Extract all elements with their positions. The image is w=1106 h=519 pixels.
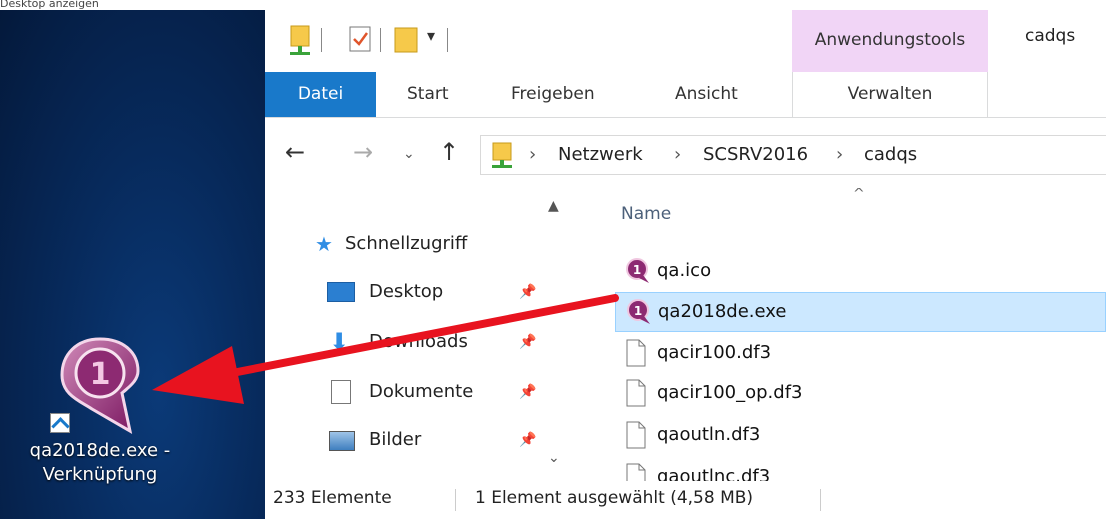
shortcut-overlay-icon (50, 413, 70, 436)
scroll-up-icon[interactable]: ▲ (548, 198, 559, 214)
file-icon (625, 339, 647, 371)
back-arrow-icon[interactable]: ← (285, 138, 305, 166)
breadcrumb-netzwerk[interactable]: Netzwerk (558, 144, 643, 165)
ribbon-tabs: Datei Start Freigeben Ansicht Verwalten (265, 72, 1106, 118)
file-row[interactable]: qacir100_op.df3 (615, 374, 1106, 414)
sort-chevron-up-icon[interactable]: ^ (853, 188, 865, 202)
pictures-icon (329, 431, 355, 451)
svg-text:1: 1 (634, 304, 642, 318)
shortcut-label-line2: Verknüpfung (42, 464, 158, 485)
qat-dropdown-icon[interactable]: ▾ (427, 26, 435, 45)
desktop-folder-icon (327, 282, 355, 302)
network-folder-icon (492, 142, 512, 168)
tab-datei[interactable]: Datei (265, 72, 376, 117)
pin-icon[interactable]: 📌 (519, 376, 536, 408)
tab-start[interactable]: Start (407, 72, 449, 117)
file-name: qa.ico (657, 260, 712, 281)
breadcrumb-scsrv2016[interactable]: SCSRV2016 (703, 144, 808, 165)
file-icon (625, 463, 647, 481)
qa-app-icon: 1 (625, 257, 651, 289)
status-item-count: 233 Elemente (273, 488, 392, 508)
properties-icon[interactable] (347, 24, 373, 54)
tab-freigeben[interactable]: Freigeben (511, 72, 595, 117)
address-row: ← → ⌄ ↑ › Netzwerk › SCSRV2016 › cadqs (265, 118, 1106, 188)
nav-item-bilder[interactable]: Bilder 📌 (327, 424, 547, 456)
nav-item-label: Schnellzugriff (345, 233, 468, 254)
column-header-name[interactable]: Name (621, 204, 671, 224)
top-strip-text: Desktop anzeigen (0, 0, 99, 10)
file-name: qaoutln.df3 (657, 424, 761, 445)
file-row[interactable]: qaoutln.df3 (615, 416, 1106, 456)
up-arrow-icon[interactable]: ↑ (439, 138, 459, 166)
tab-ansicht[interactable]: Ansicht (675, 72, 738, 117)
recent-locations-chevron-icon[interactable]: ⌄ (403, 146, 415, 162)
new-folder-icon[interactable] (393, 24, 419, 56)
scroll-down-icon[interactable]: ⌄ (548, 450, 560, 466)
documents-icon (331, 380, 351, 404)
context-tab-group-label: Anwendungstools (814, 30, 966, 50)
nav-item-dokumente[interactable]: Dokumente 📌 (327, 376, 547, 408)
forward-arrow-icon[interactable]: → (353, 138, 373, 166)
download-arrow-icon: ⬇ (329, 328, 350, 356)
star-icon: ★ (315, 232, 333, 256)
context-tab-group: Anwendungstools (792, 10, 988, 72)
nav-item-label: Downloads (369, 331, 468, 352)
nav-item-label: Desktop (369, 281, 444, 302)
file-name: qaoutlnc.df3 (657, 466, 771, 481)
tab-verwalten-box: Verwalten (792, 72, 988, 117)
explorer-window: ▾ Anwendungstools cadqs Datei Start Frei… (265, 10, 1106, 519)
folder-network-icon[interactable] (287, 24, 313, 56)
file-row[interactable]: 1 qa.ico (615, 252, 1106, 292)
tab-verwalten[interactable]: Verwalten (793, 72, 987, 117)
file-name: qacir100.df3 (657, 342, 772, 363)
breadcrumb-cadqs[interactable]: cadqs (864, 144, 917, 165)
nav-item-label: Dokumente (369, 381, 474, 402)
breadcrumb-separator-icon: › (529, 144, 537, 165)
pin-icon[interactable]: 📌 (519, 326, 536, 358)
file-row[interactable]: 1 qa2018de.exe (615, 292, 1106, 332)
status-bar: 233 Elemente 1 Element ausgewählt (4,58 … (265, 481, 1106, 519)
address-bar[interactable]: › Netzwerk › SCSRV2016 › cadqs (480, 135, 1106, 175)
status-selection: 1 Element ausgewählt (4,58 MB) (475, 488, 754, 508)
window-title: cadqs (1025, 26, 1076, 46)
desktop: 1 qa2018de.exe - Verknüpfung (0, 10, 265, 519)
file-name: qa2018de.exe (658, 301, 787, 322)
nav-pane-scrollbar[interactable]: ▲ ⌄ (545, 188, 565, 481)
file-row[interactable]: qaoutlnc.df3 (615, 458, 1106, 481)
file-icon (625, 379, 647, 411)
qa-app-icon: 1 (626, 298, 652, 330)
file-icon (625, 421, 647, 453)
pin-icon[interactable]: 📌 (519, 276, 536, 308)
nav-item-desktop[interactable]: Desktop 📌 (327, 276, 547, 308)
shortcut-badge: 1 (90, 357, 111, 392)
top-strip: Desktop anzeigen (0, 0, 1106, 10)
svg-text:1: 1 (633, 263, 641, 277)
file-row[interactable]: qacir100.df3 (615, 334, 1106, 374)
file-list-pane: ^ Name 1 qa.ico 1 qa2018de.exe qacir100.df3 q… (605, 188, 1106, 481)
desktop-shortcut-qa2018de[interactable]: 1 qa2018de.exe - Verknüpfung (10, 335, 190, 487)
nav-item-label: Bilder (369, 429, 422, 450)
quick-access-toolbar: ▾ Anwendungstools cadqs (265, 10, 1106, 72)
breadcrumb-separator-icon: › (836, 144, 844, 165)
navigation-pane: ★ Schnellzugriff Desktop 📌 ⬇ Downloads 📌… (265, 188, 585, 481)
nav-item-downloads[interactable]: ⬇ Downloads 📌 (327, 326, 547, 358)
shortcut-label-line1: qa2018de.exe - (29, 440, 171, 461)
breadcrumb-separator-icon: › (674, 144, 682, 165)
file-name: qacir100_op.df3 (657, 382, 803, 403)
pin-icon[interactable]: 📌 (519, 424, 536, 456)
